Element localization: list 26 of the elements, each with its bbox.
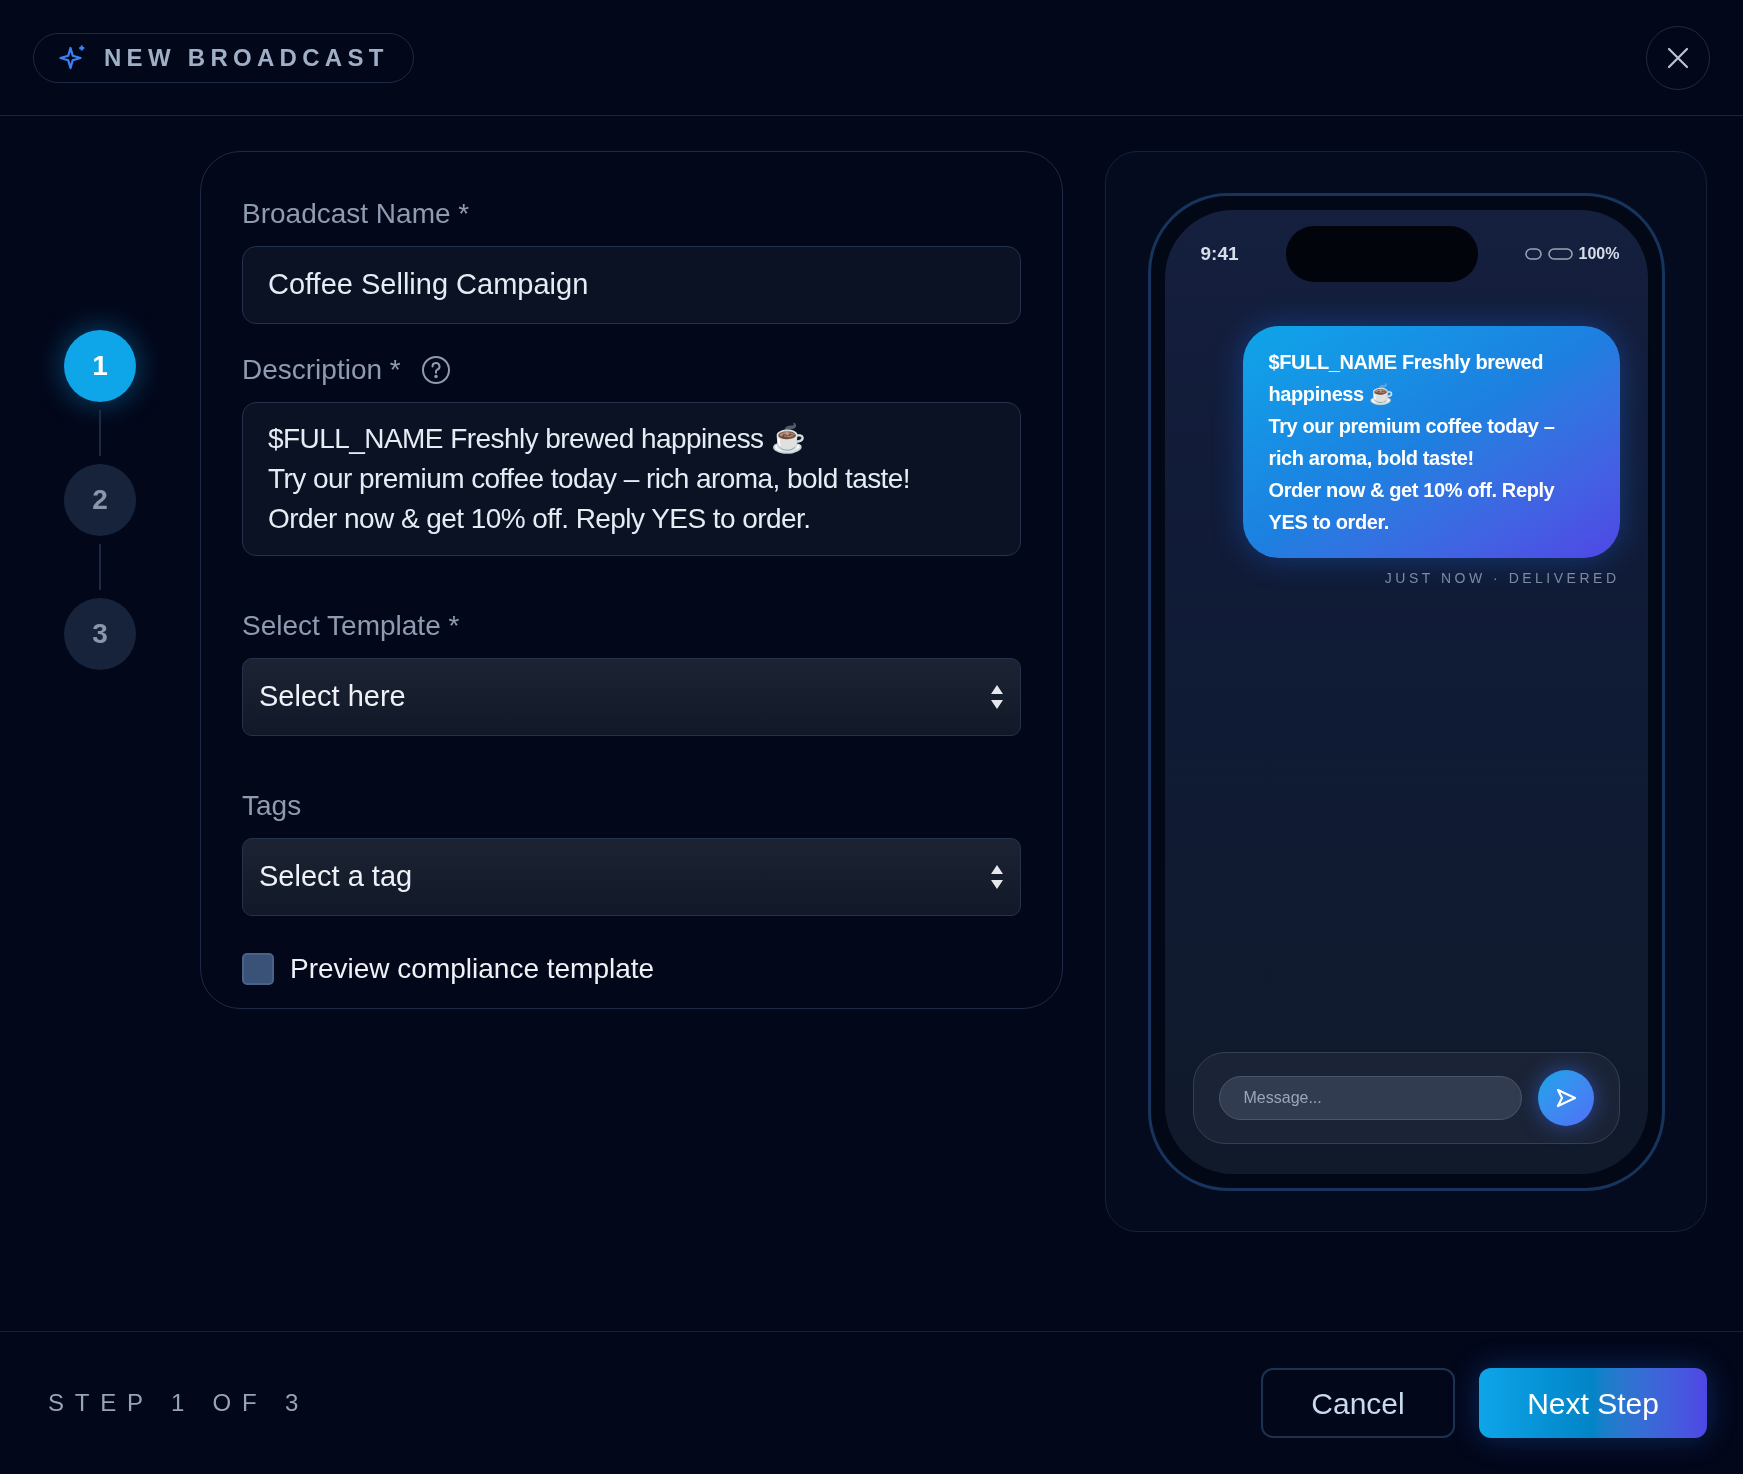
cancel-button[interactable]: Cancel <box>1261 1368 1455 1438</box>
dialog-title: NEW BROADCAST <box>104 42 389 73</box>
description-field[interactable]: $FULL_NAME Freshly brewed happiness ☕ Try our premium coffee today – rich aroma, bold taste! Order now & get 10% off. Reply YES to order. <box>242 402 1021 556</box>
next-step-button[interactable]: Next Step <box>1479 1368 1707 1438</box>
step-indicator: STEP 1 OF 3 <box>48 1388 310 1418</box>
field-label: Broadcast Name * <box>242 197 471 231</box>
checkbox-label[interactable]: Preview compliance template <box>290 948 655 990</box>
tags-select[interactable]: Select a tag <box>242 838 1021 916</box>
sort-caret-icon <box>990 863 1004 891</box>
help-icon[interactable] <box>420 355 451 385</box>
message-bubble: $FULL_NAME Freshly brewed happiness ☕ Try our premium coffee today – rich aroma, bold taste! Order now & get 10% off. Reply YES to order. <box>1242 326 1620 558</box>
send-icon <box>1554 1087 1577 1109</box>
message-status: JUST NOW · DELIVERED <box>1384 569 1620 588</box>
field-label: Select Template * <box>242 609 461 643</box>
battery-icon <box>1547 248 1573 260</box>
broadcast-name-field[interactable]: Coffee Selling Campaign <box>242 246 1021 324</box>
field-label: Tags <box>242 789 303 823</box>
field-label: Description * <box>242 353 401 387</box>
close-icon <box>1667 46 1689 69</box>
send-button[interactable] <box>1537 1070 1594 1126</box>
battery-percent: 100% <box>1578 244 1620 264</box>
checkbox[interactable] <box>242 953 274 985</box>
sort-caret-icon <box>990 683 1004 711</box>
message-input[interactable]: Message... <box>1218 1076 1522 1120</box>
template-select[interactable]: Select here <box>242 658 1021 736</box>
status-time: 9:41 <box>1199 241 1239 266</box>
